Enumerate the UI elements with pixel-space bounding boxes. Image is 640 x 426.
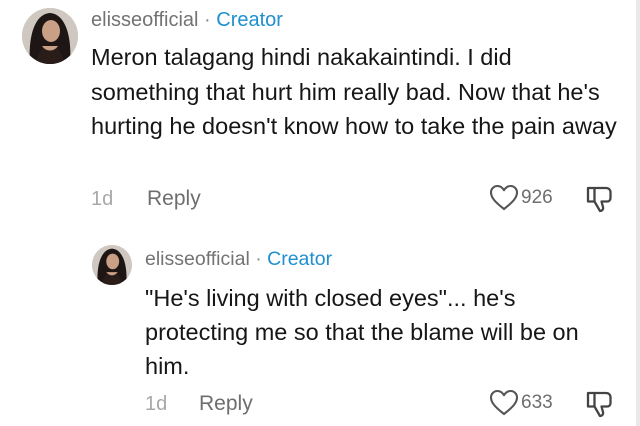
separator-dot: · bbox=[255, 248, 262, 270]
comment-text: "He's living with closed eyes"... he's p… bbox=[145, 285, 579, 379]
reply-button[interactable]: Reply bbox=[199, 392, 253, 416]
thumbs-down-icon bbox=[586, 186, 612, 213]
like-button[interactable]: 926 bbox=[489, 184, 553, 212]
separator-dot: · bbox=[204, 9, 211, 31]
username[interactable]: elisseofficial bbox=[91, 9, 198, 31]
like-button[interactable]: 633 bbox=[489, 389, 553, 417]
avatar[interactable] bbox=[22, 8, 78, 64]
comment-text: Meron talagang hindi nakakaintindi. I di… bbox=[91, 44, 617, 139]
comment-age: 1d bbox=[145, 393, 168, 415]
profile-photo-icon bbox=[22, 8, 78, 64]
comment-header: elisseofficial · Creator bbox=[91, 9, 283, 32]
heart-outline-icon bbox=[489, 389, 519, 416]
creator-badge: Creator bbox=[267, 248, 333, 270]
comment-header: elisseofficial · Creator bbox=[145, 248, 332, 271]
dislike-button[interactable] bbox=[584, 389, 614, 424]
username[interactable]: elisseofficial bbox=[145, 248, 250, 270]
creator-badge: Creator bbox=[216, 9, 283, 31]
reply-button[interactable]: Reply bbox=[147, 187, 201, 211]
profile-photo-icon bbox=[92, 245, 132, 285]
thumbs-down-icon bbox=[586, 391, 612, 418]
like-count: 926 bbox=[521, 187, 553, 208]
like-count: 633 bbox=[521, 392, 553, 413]
comment-age: 1d bbox=[91, 188, 114, 210]
avatar[interactable] bbox=[92, 245, 132, 285]
heart-outline-icon bbox=[489, 184, 519, 211]
scrollbar[interactable] bbox=[636, 0, 640, 426]
dislike-button[interactable] bbox=[584, 184, 614, 219]
